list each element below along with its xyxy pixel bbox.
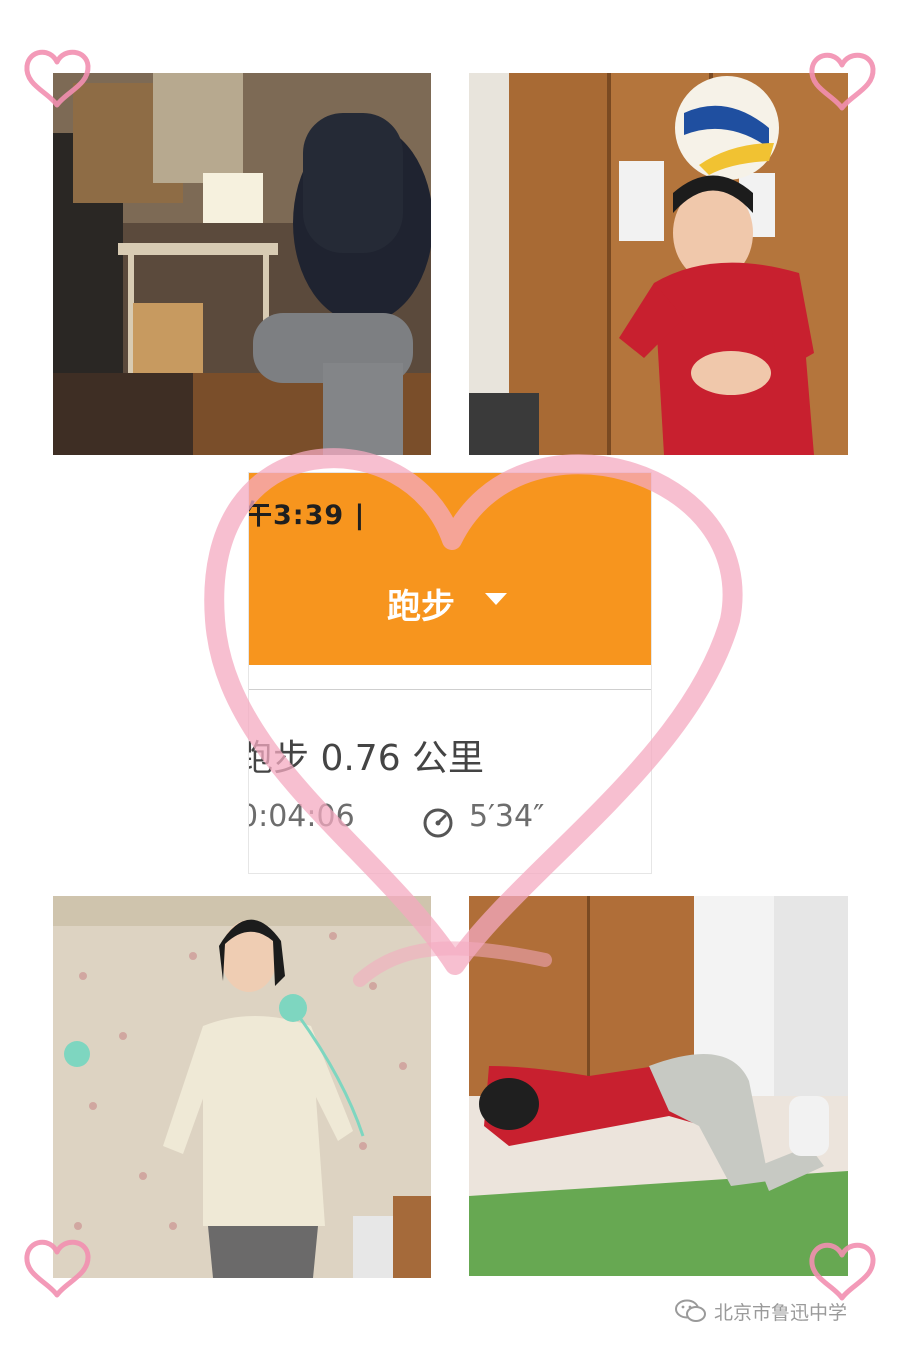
run-duration: 0:04:06 bbox=[248, 799, 355, 834]
run-distance: 跑步 0.76 公里 bbox=[248, 738, 485, 779]
run-pace: 5′34″ bbox=[469, 799, 545, 834]
jumping-exercise-photo bbox=[53, 73, 431, 455]
divider bbox=[249, 689, 651, 690]
rope-skipping-photo bbox=[53, 896, 431, 1278]
yoga-mat-exercise-photo bbox=[469, 896, 848, 1276]
running-app-screenshot: 午3:39 | 跑步 跑步 0.76 公里 0:04:06 5′34″ bbox=[248, 472, 652, 874]
account-name: 北京市鲁迅中学 bbox=[714, 1301, 848, 1324]
wechat-icon bbox=[675, 1299, 706, 1322]
status-clock: 午3:39 | bbox=[248, 500, 366, 531]
volleyball-photo bbox=[469, 73, 848, 455]
caret-down-icon[interactable] bbox=[483, 591, 509, 607]
account-watermark: 北京市鲁迅中学 bbox=[674, 1296, 847, 1326]
activity-type-selector[interactable]: 跑步 bbox=[387, 579, 455, 628]
stopwatch-icon bbox=[423, 808, 453, 838]
